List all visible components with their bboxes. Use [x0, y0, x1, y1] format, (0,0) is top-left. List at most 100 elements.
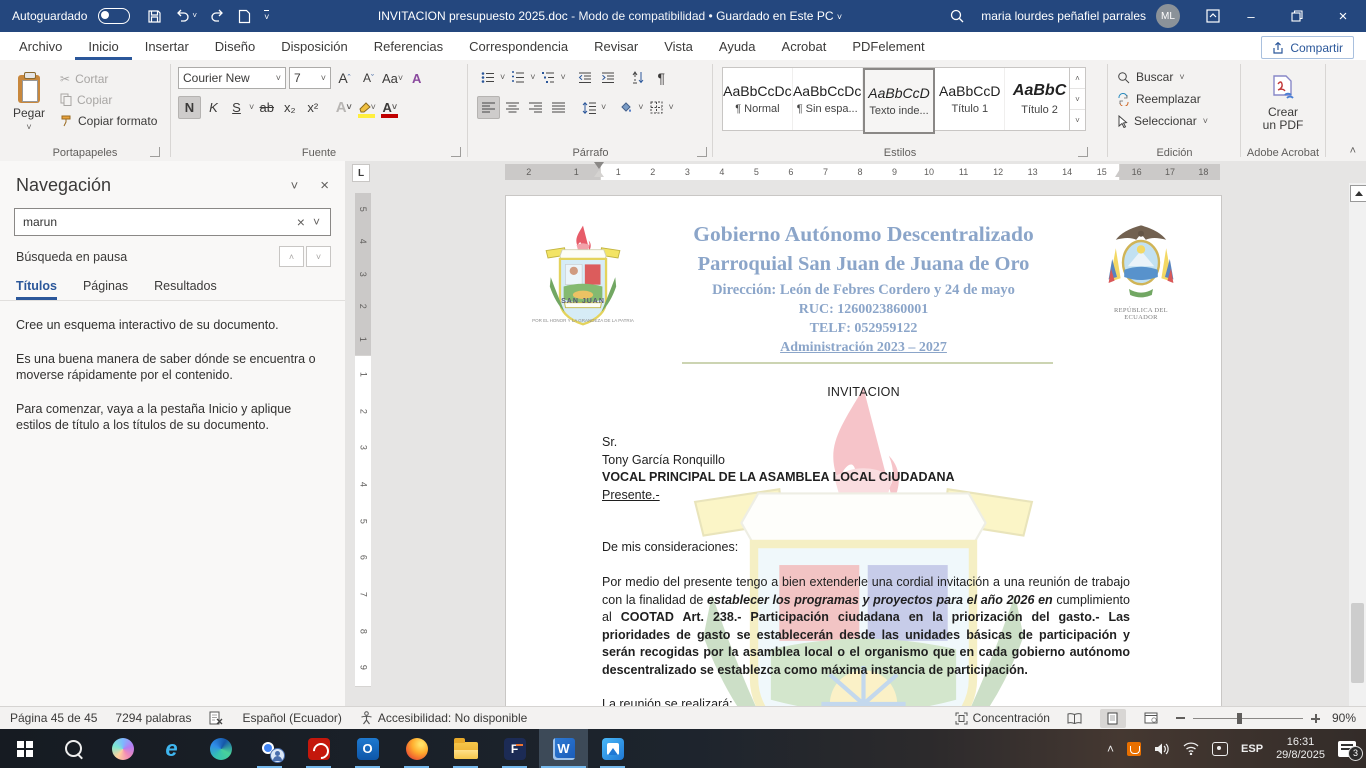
- zoom-slider[interactable]: [1176, 714, 1320, 723]
- highlight-button[interactable]: ˅: [356, 97, 377, 118]
- style-card[interactable]: AaBbCcD Título 1: [935, 68, 1005, 130]
- ribbon-tab[interactable]: Insertar: [132, 32, 202, 60]
- scrollbar-thumb[interactable]: [1351, 603, 1364, 683]
- ribbon-display-options-icon[interactable]: [1198, 9, 1228, 23]
- recipient-name-text[interactable]: Tony García Ronquillo: [602, 452, 1130, 470]
- web-layout-button[interactable]: [1138, 709, 1164, 728]
- word-count[interactable]: 7294 palabras: [115, 711, 191, 725]
- cut-button[interactable]: ✂Cortar: [60, 68, 157, 89]
- start-button[interactable]: [0, 729, 49, 768]
- style-card[interactable]: AaBbCcD Texto inde...: [863, 68, 936, 134]
- sort-button[interactable]: [628, 67, 649, 88]
- ribbon-tab[interactable]: Disposición: [268, 32, 360, 60]
- ribbon-tab[interactable]: Vista: [651, 32, 706, 60]
- document-title-text[interactable]: INVITACION: [506, 385, 1221, 399]
- new-document-icon[interactable]: [238, 9, 251, 24]
- ribbon-tab[interactable]: Acrobat: [769, 32, 840, 60]
- styles-more-icon[interactable]: ˅: [1070, 110, 1085, 130]
- share-button[interactable]: Compartir: [1261, 36, 1354, 59]
- change-case-button[interactable]: Aa˅: [382, 68, 403, 89]
- salutation-text[interactable]: Sr.: [602, 434, 1130, 452]
- superscript-button[interactable]: x²: [302, 97, 323, 118]
- justify-button[interactable]: [548, 97, 569, 118]
- format-painter-button[interactable]: Copiar formato: [60, 110, 157, 131]
- styles-scroll-down-icon[interactable]: ˅: [1070, 89, 1085, 110]
- avatar[interactable]: ML: [1156, 4, 1180, 28]
- font-color-button[interactable]: A˅: [379, 97, 400, 118]
- zoom-in-icon[interactable]: [1311, 714, 1320, 723]
- underline-button[interactable]: S: [226, 97, 247, 118]
- bullets-button[interactable]: [477, 67, 498, 88]
- clear-search-icon[interactable]: ×: [293, 214, 309, 230]
- shading-button[interactable]: [615, 97, 636, 118]
- subscript-button[interactable]: x₂: [279, 97, 300, 118]
- java-tray-icon[interactable]: [1127, 742, 1141, 756]
- line-spacing-button[interactable]: [578, 97, 599, 118]
- shrink-font-button[interactable]: Aˇ: [358, 68, 379, 89]
- previous-result-button[interactable]: ˄: [279, 246, 304, 267]
- paragraph-dialog-launcher-icon[interactable]: [697, 147, 707, 157]
- navigation-close-icon[interactable]: ×: [320, 177, 329, 194]
- close-button[interactable]: ×: [1320, 0, 1366, 32]
- navigation-search-box[interactable]: × ˅: [14, 208, 331, 236]
- saved-location-chevron-icon[interactable]: ˅: [837, 12, 842, 22]
- file-explorer-button[interactable]: [441, 729, 490, 768]
- select-button[interactable]: Seleccionar˅: [1109, 110, 1240, 132]
- styles-scroll-up-icon[interactable]: ˄: [1070, 68, 1085, 89]
- clear-formatting-button[interactable]: A: [406, 68, 427, 89]
- saved-location-label[interactable]: Guardado en Este PC: [716, 9, 833, 23]
- photos-button[interactable]: [588, 729, 637, 768]
- volume-icon[interactable]: [1154, 742, 1170, 756]
- proofing-icon[interactable]: [209, 711, 224, 725]
- closing-line-text[interactable]: La reunión se realizará:: [602, 696, 1130, 706]
- first-line-indent-marker[interactable]: [594, 162, 604, 169]
- redo-icon[interactable]: [210, 9, 225, 23]
- paste-button[interactable]: Pegar ˅: [6, 65, 52, 141]
- navigation-options-chevron-icon[interactable]: ˅: [291, 178, 299, 193]
- customize-qat-icon[interactable]: ˅: [264, 10, 269, 22]
- print-layout-button[interactable]: [1100, 709, 1126, 728]
- collapse-ribbon-icon[interactable]: ˄: [1350, 145, 1356, 157]
- undo-dropdown-icon[interactable]: ˅: [192, 12, 197, 20]
- zoom-track[interactable]: [1193, 718, 1303, 719]
- zoom-level[interactable]: 90%: [1332, 711, 1356, 725]
- style-card[interactable]: AaBbC Título 2: [1005, 68, 1075, 130]
- read-mode-button[interactable]: [1062, 709, 1088, 728]
- decrease-indent-button[interactable]: [575, 67, 596, 88]
- ribbon-tab[interactable]: Archivo: [6, 32, 75, 60]
- zoom-thumb[interactable]: [1237, 713, 1242, 724]
- chrome-button[interactable]: [245, 729, 294, 768]
- italic-button[interactable]: K: [203, 97, 224, 118]
- search-options-chevron-icon[interactable]: ˅: [309, 215, 324, 229]
- copy-button[interactable]: Copiar: [60, 89, 157, 110]
- navigation-tab[interactable]: Resultados: [154, 279, 217, 300]
- next-result-button[interactable]: ˅: [306, 246, 331, 267]
- recipient-role-text[interactable]: VOCAL PRINCIPAL DE LA ASAMBLEA LOCAL CIU…: [602, 469, 1130, 487]
- increase-indent-button[interactable]: [598, 67, 619, 88]
- document-page[interactable]: SAN JUAN POR EL HONOR Y LA GRANDEZA DE L…: [505, 195, 1222, 706]
- navigation-search-input[interactable]: [21, 214, 293, 230]
- ribbon-tab[interactable]: Diseño: [202, 32, 268, 60]
- zoom-out-icon[interactable]: [1176, 717, 1185, 719]
- word-taskbar-button[interactable]: W: [539, 729, 588, 768]
- accessibility-status[interactable]: Accesibilidad: No disponible: [360, 711, 527, 725]
- network-icon[interactable]: [1183, 742, 1199, 755]
- bold-button[interactable]: N: [178, 96, 201, 119]
- ribbon-tab[interactable]: Referencias: [361, 32, 456, 60]
- vertical-ruler[interactable]: 54321 123456789: [355, 193, 371, 685]
- page-indicator[interactable]: Página 45 de 45: [10, 711, 97, 725]
- font-name-combo[interactable]: Courier New˅: [178, 67, 286, 89]
- align-center-button[interactable]: [502, 97, 523, 118]
- tray-expand-icon[interactable]: ˄: [1107, 742, 1114, 756]
- font-size-combo[interactable]: 7˅: [289, 67, 331, 89]
- internet-explorer-button[interactable]: e: [147, 729, 196, 768]
- strikethrough-button[interactable]: ab: [256, 97, 277, 118]
- firefox-button[interactable]: [392, 729, 441, 768]
- navigation-tab[interactable]: Páginas: [83, 279, 128, 300]
- ribbon-tab[interactable]: Ayuda: [706, 32, 769, 60]
- ribbon-tab[interactable]: Correspondencia: [456, 32, 581, 60]
- borders-button[interactable]: [646, 97, 667, 118]
- line-spacing-chevron-icon[interactable]: ˅: [601, 103, 606, 112]
- undo-icon[interactable]: ˅: [175, 9, 197, 23]
- save-icon[interactable]: [147, 9, 162, 24]
